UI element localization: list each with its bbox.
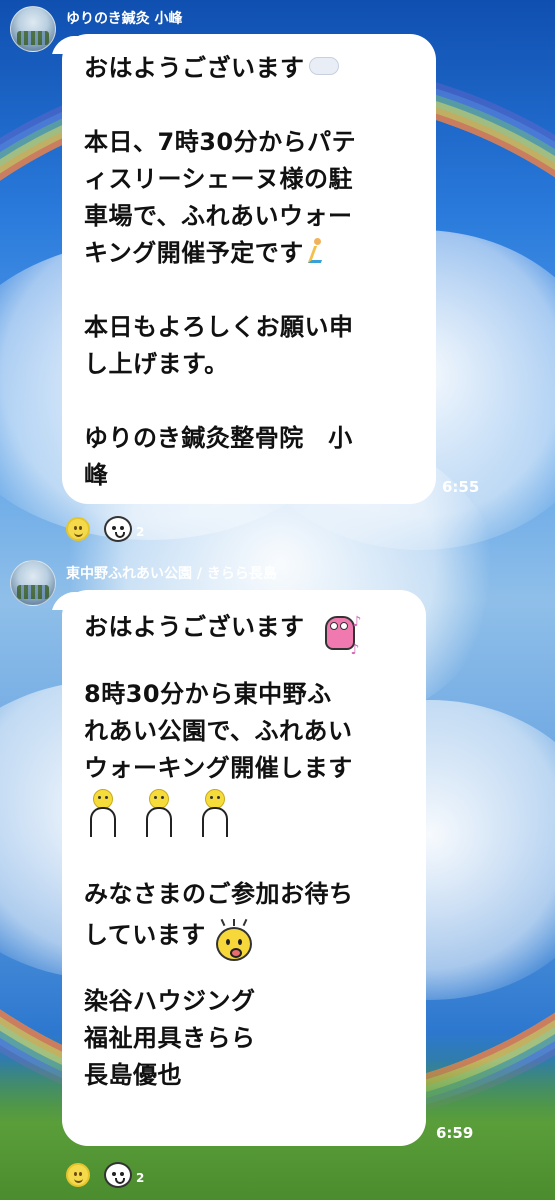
- dino-sticker-icon: ♪ ♪: [311, 608, 363, 658]
- reaction-bar[interactable]: 2: [66, 1162, 144, 1188]
- sender-name: ゆりのき鍼灸 小峰: [66, 11, 183, 27]
- message-bubble[interactable]: おはようございます ♪ ♪ 8時30分から東中野ふ れあい公園で、ふれあい ウォ…: [62, 590, 426, 1146]
- message-line: ウォーキング開催します: [84, 754, 353, 782]
- reaction-count: 2: [136, 1171, 145, 1185]
- message-line: 8時30分から東中野ふ: [84, 680, 332, 708]
- reaction-face-icon[interactable]: [104, 516, 132, 542]
- message-line: ゆりのき鍼灸整骨院 小: [84, 424, 353, 452]
- message-line: しています: [84, 913, 404, 961]
- message-line: 峰: [84, 461, 109, 489]
- cloud-emoji-icon: [308, 57, 339, 75]
- message-line: おはようございます: [84, 50, 414, 87]
- message-bubble[interactable]: おはようございます 本日、7時30分からパテ ィスリーシェーヌ様の駐 車場で、ふ…: [62, 34, 436, 504]
- message-line: 車場で、ふれあいウォー: [84, 202, 353, 230]
- message-line: れあい公園で、ふれあい: [84, 717, 353, 745]
- avatar[interactable]: [10, 560, 56, 606]
- message-line: キング開催予定です: [84, 235, 414, 272]
- message-line: し上げます。: [84, 350, 229, 378]
- add-reaction-smile-icon[interactable]: [66, 517, 90, 541]
- message-line: みなさまのご参加お待ち: [84, 880, 354, 908]
- sticker-row: [88, 789, 404, 839]
- yellow-dude-icon: [144, 789, 172, 837]
- message-line: 本日、7時30分からパテ: [84, 128, 357, 156]
- reaction-count: 2: [136, 525, 145, 539]
- message-line: 染谷ハウジング: [84, 987, 256, 1015]
- surprised-face-icon: [212, 918, 258, 965]
- avatar[interactable]: [10, 6, 56, 52]
- message-line: 本日もよろしくお願い申: [84, 313, 354, 341]
- message-line: おはようございます ♪ ♪: [84, 606, 404, 658]
- message-line: 福祉用具きらら: [84, 1024, 256, 1052]
- yellow-dude-icon: [200, 789, 228, 837]
- reaction-face-icon[interactable]: [104, 1162, 132, 1188]
- message-line: ィスリーシェーヌ様の駐: [84, 165, 354, 193]
- runner-icon: [307, 238, 325, 262]
- add-reaction-smile-icon[interactable]: [66, 1163, 90, 1187]
- message-timestamp: 6:55: [442, 478, 480, 496]
- message-timestamp: 6:59: [436, 1124, 474, 1142]
- reaction-bar[interactable]: 2: [66, 516, 144, 542]
- message-line: 長島優也: [84, 1061, 182, 1089]
- sender-name: 東中野ふれあい公園 / きらら長島: [66, 566, 277, 582]
- yellow-dude-icon: [88, 789, 116, 837]
